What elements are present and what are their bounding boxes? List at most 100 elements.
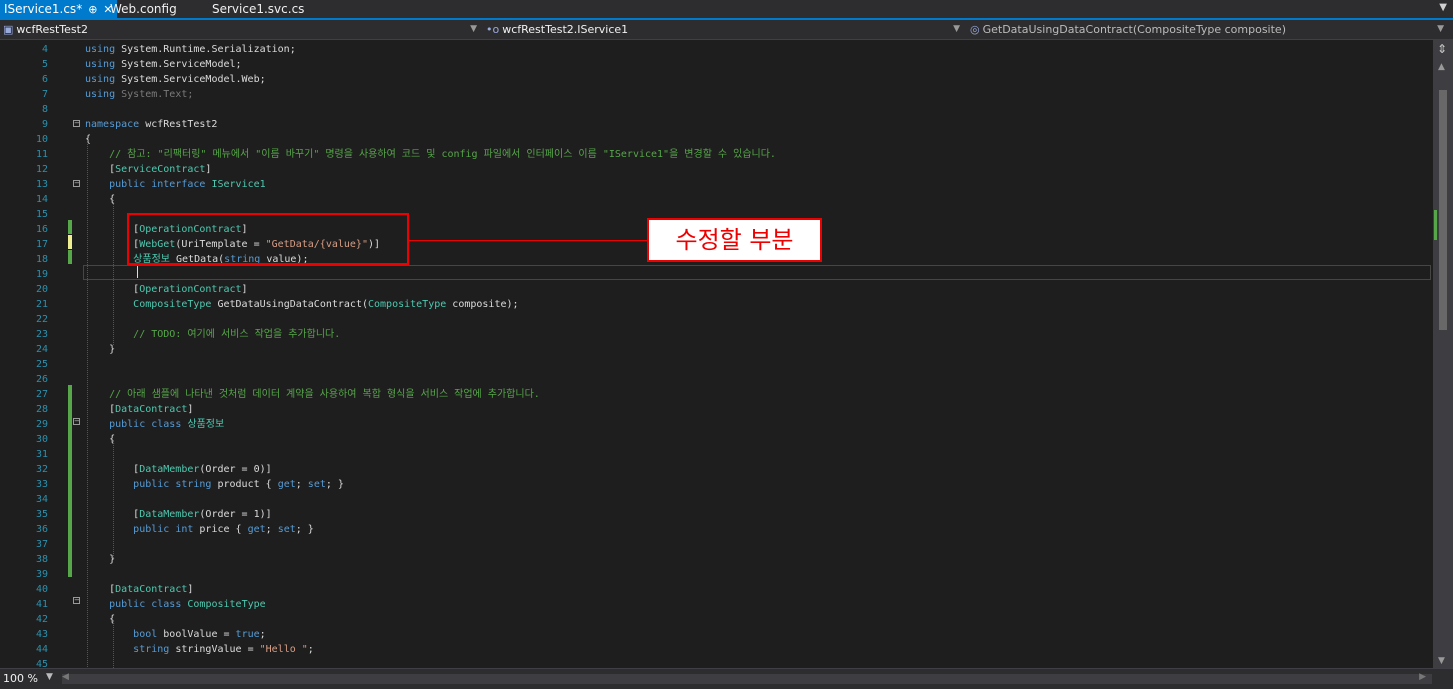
code-text[interactable]: using System.Text;: [85, 87, 193, 102]
zoom-level[interactable]: 100 %: [3, 672, 38, 685]
code-line[interactable]: 7 using System.Text;: [0, 87, 1433, 102]
code-line[interactable]: 6 using System.ServiceModel.Web;: [0, 72, 1433, 87]
code-line[interactable]: 42 {: [0, 612, 1433, 627]
indent-guide: [113, 440, 114, 560]
code-line[interactable]: 12 [ServiceContract]: [0, 162, 1433, 177]
code-text[interactable]: public class CompositeType: [85, 597, 266, 612]
code-line[interactable]: 20 [OperationContract]: [0, 282, 1433, 297]
code-line[interactable]: 44 string stringValue = "Hello ";: [0, 642, 1433, 657]
code-line[interactable]: 36 public int price { get; set; }: [0, 522, 1433, 537]
code-text[interactable]: namespace wcfRestTest2: [85, 117, 217, 132]
code-text[interactable]: }: [85, 552, 115, 567]
chevron-down-icon: ▼: [953, 24, 960, 34]
pin-icon[interactable]: ⊕: [88, 3, 97, 16]
type-dropdown[interactable]: •o wcfRestTest2.IService1 ▼: [486, 20, 964, 39]
code-text[interactable]: {: [85, 132, 91, 147]
scroll-left-icon[interactable]: ◀: [62, 672, 69, 682]
code-text[interactable]: {: [85, 192, 115, 207]
code-line[interactable]: 34: [0, 492, 1433, 507]
scroll-right-icon[interactable]: ▶: [1419, 672, 1426, 682]
code-line[interactable]: 40 [DataContract]: [0, 582, 1433, 597]
code-line[interactable]: 38 }: [0, 552, 1433, 567]
code-line[interactable]: 21 CompositeType GetDataUsingDataContrac…: [0, 297, 1433, 312]
member-dropdown[interactable]: ◎ GetDataUsingDataContract(CompositeType …: [970, 20, 1448, 39]
code-text[interactable]: [ServiceContract]: [85, 162, 211, 177]
tab-iservice1-cs[interactable]: IService1.cs* ⊕ ✕: [0, 0, 117, 18]
code-text[interactable]: using System.ServiceModel.Web;: [85, 72, 266, 87]
code-line[interactable]: 31: [0, 447, 1433, 462]
code-text[interactable]: [DataContract]: [85, 402, 193, 417]
code-line[interactable]: 39: [0, 567, 1433, 582]
line-number: 24: [35, 344, 48, 355]
line-number: 17: [35, 239, 48, 250]
split-handle-icon[interactable]: ⇕: [1437, 42, 1447, 56]
code-line[interactable]: 33 public string product { get; set; }: [0, 477, 1433, 492]
code-line[interactable]: 43 bool boolValue = true;: [0, 627, 1433, 642]
code-line[interactable]: 10 {: [0, 132, 1433, 147]
code-line[interactable]: 11 // 참고: "리팩터링" 메뉴에서 "이름 바꾸기" 명령을 사용하여 …: [0, 147, 1433, 162]
code-text[interactable]: public interface IService1: [85, 177, 266, 192]
line-number: 18: [35, 254, 48, 265]
code-line[interactable]: 30 {: [0, 432, 1433, 447]
code-line[interactable]: 9 namespace wcfRestTest2: [0, 117, 1433, 132]
line-number: 28: [35, 404, 48, 415]
line-number: 26: [35, 374, 48, 385]
code-line[interactable]: 26: [0, 372, 1433, 387]
code-line[interactable]: 25: [0, 357, 1433, 372]
tab-label: IService1.cs*: [4, 2, 83, 16]
code-line[interactable]: 29 public class 상품정보: [0, 417, 1433, 432]
code-line[interactable]: 5 using System.ServiceModel;: [0, 57, 1433, 72]
fold-collapse-icon[interactable]: −: [73, 597, 80, 604]
code-line[interactable]: 23 // TODO: 여기에 서비스 작업을 추가합니다.: [0, 327, 1433, 342]
line-number: 45: [35, 659, 48, 668]
code-text[interactable]: [DataContract]: [85, 582, 193, 597]
scroll-up-icon[interactable]: ▲: [1438, 62, 1445, 72]
code-text[interactable]: }: [85, 342, 115, 357]
code-line[interactable]: 28 [DataContract]: [0, 402, 1433, 417]
tab-label: Service1.svc.cs: [212, 2, 305, 16]
code-text[interactable]: public int price { get; set; }: [85, 522, 314, 537]
fold-collapse-icon[interactable]: −: [73, 180, 80, 187]
tab-overflow-dropdown-icon[interactable]: ▼: [1439, 2, 1447, 13]
line-number: 25: [35, 359, 48, 370]
scroll-down-icon[interactable]: ▼: [1438, 656, 1445, 666]
line-number: 4: [41, 44, 48, 55]
code-editor[interactable]: 4 using System.Runtime.Serialization; 5 usi…: [0, 40, 1433, 668]
vertical-scrollbar[interactable]: ⇕ ▲ ▼: [1433, 40, 1453, 668]
annotation-callout: 수정할 부분: [647, 218, 822, 262]
tab-web-config[interactable]: Web.config: [106, 0, 181, 18]
code-text[interactable]: {: [85, 612, 115, 627]
change-marker-saved: [68, 385, 72, 577]
code-line[interactable]: 37: [0, 537, 1433, 552]
code-text[interactable]: // 아래 샘플에 나타낸 것처럼 데이터 계약을 사용하여 복합 형식을 서비…: [85, 387, 540, 402]
code-text[interactable]: public class 상품정보: [85, 417, 224, 432]
code-line[interactable]: 41 public class CompositeType: [0, 597, 1433, 612]
code-line[interactable]: 32 [DataMember(Order = 0)]: [0, 462, 1433, 477]
code-line[interactable]: 8: [0, 102, 1433, 117]
code-text[interactable]: // TODO: 여기에 서비스 작업을 추가합니다.: [85, 327, 340, 342]
code-text[interactable]: using System.Runtime.Serialization;: [85, 42, 296, 57]
code-text[interactable]: [OperationContract]: [85, 282, 247, 297]
code-text[interactable]: using System.ServiceModel;: [85, 57, 242, 72]
code-text[interactable]: public string product { get; set; }: [85, 477, 344, 492]
line-number: 38: [35, 554, 48, 565]
code-line[interactable]: 4 using System.Runtime.Serialization;: [0, 42, 1433, 57]
code-line[interactable]: 14 {: [0, 192, 1433, 207]
code-line[interactable]: 22: [0, 312, 1433, 327]
code-text[interactable]: CompositeType GetDataUsingDataContract(C…: [85, 297, 518, 312]
code-line[interactable]: 27 // 아래 샘플에 나타낸 것처럼 데이터 계약을 사용하여 복합 형식을…: [0, 387, 1433, 402]
tab-service1-svc-cs[interactable]: Service1.svc.cs: [208, 0, 308, 18]
code-line[interactable]: 24 }: [0, 342, 1433, 357]
code-line[interactable]: 35 [DataMember(Order = 1)]: [0, 507, 1433, 522]
fold-collapse-icon[interactable]: −: [73, 418, 80, 425]
project-dropdown[interactable]: ▣ wcfRestTest2 ▼: [3, 20, 481, 39]
code-line[interactable]: 45: [0, 657, 1433, 668]
code-line[interactable]: 13 public interface IService1: [0, 177, 1433, 192]
code-text[interactable]: {: [85, 432, 115, 447]
code-text[interactable]: // 참고: "리팩터링" 메뉴에서 "이름 바꾸기" 명령을 사용하여 코드 …: [85, 147, 776, 162]
scrollbar-thumb[interactable]: [1439, 90, 1447, 330]
horizontal-scrollbar[interactable]: ◀ ▶: [62, 672, 1432, 684]
fold-collapse-icon[interactable]: −: [73, 120, 80, 127]
zoom-dropdown-icon[interactable]: ▼: [46, 672, 53, 682]
code-text[interactable]: string stringValue = "Hello ";: [85, 642, 314, 657]
